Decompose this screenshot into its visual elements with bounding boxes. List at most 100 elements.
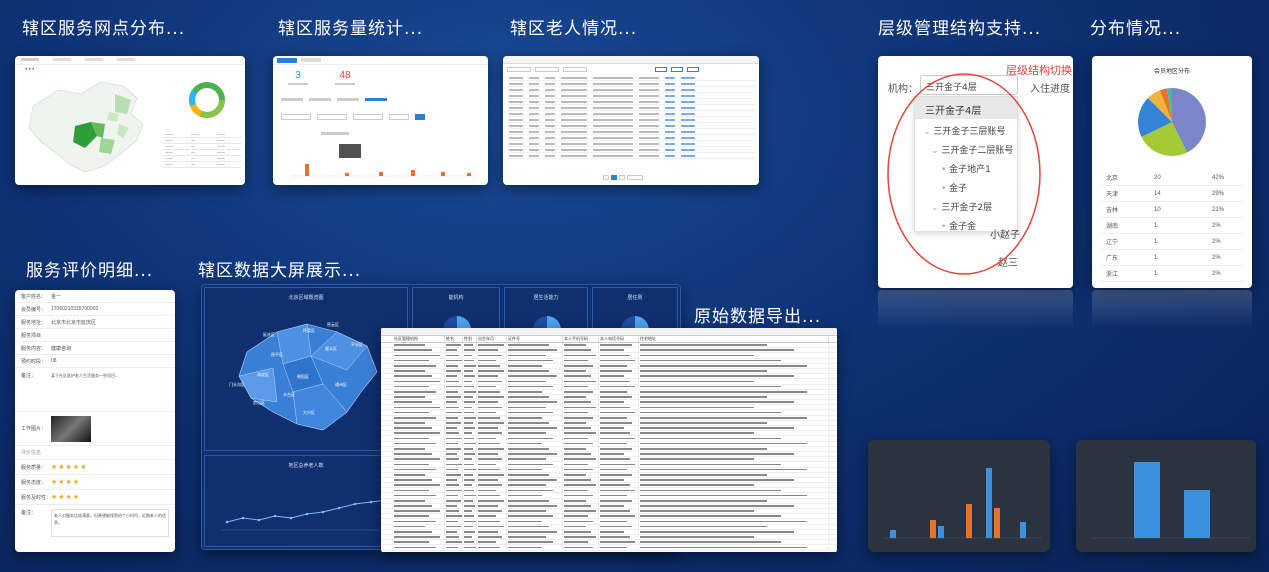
- sheet-cell-text: [394, 401, 432, 403]
- star-rating-icon[interactable]: ★★★★: [51, 478, 80, 486]
- org-select[interactable]: 三开金子4层: [920, 75, 1018, 95]
- district-label[interactable]: 通州区: [335, 382, 347, 388]
- sheet-cell: [393, 529, 445, 534]
- sheet-cell: [507, 540, 563, 545]
- sheet-cell: [477, 534, 507, 540]
- sheet-cell: [477, 374, 507, 379]
- elderly-cell: [545, 112, 555, 115]
- sheet-cell-text: [564, 432, 596, 435]
- sheet-cell-text: [508, 385, 553, 388]
- district-label[interactable]: 海淀区: [257, 372, 269, 378]
- tree-leaf-2[interactable]: • 金子: [915, 175, 1017, 194]
- star-rating-icon[interactable]: ★★★★★: [51, 463, 87, 471]
- tree-leaf-1[interactable]: • 金子地产1: [915, 156, 1017, 175]
- sheet-cell-text: [640, 448, 767, 450]
- district-label[interactable]: 丰台区: [283, 392, 295, 398]
- card-tabs: [15, 56, 245, 65]
- sheet-cell: [639, 389, 829, 394]
- elderly-cell: [681, 118, 695, 121]
- sheet-cell-text: [564, 494, 593, 497]
- district-label[interactable]: 门头沟区: [229, 382, 245, 388]
- service-points-card[interactable]: ● ● ● —— —— —— —— — —— —— — —— —— — —— —— — —— —— — ——: [15, 56, 245, 185]
- eval-field-key: 服务地址：: [21, 319, 47, 326]
- tree-node-l2[interactable]: ⌄ 三开金子二层账号: [915, 137, 1017, 156]
- elderly-cell: [529, 100, 539, 103]
- district-label[interactable]: 密云区: [327, 322, 339, 328]
- elderly-cell: [593, 124, 633, 127]
- hierarchy-card[interactable]: 层级结构切换 机构： 三开金子4层 入住进度 三开金子4层 ⌄ 三开金子三层账号…: [878, 56, 1073, 288]
- district-label[interactable]: 大兴区: [303, 410, 315, 416]
- sheet-cell-text: [564, 396, 586, 398]
- sheet-cell-text: [464, 525, 473, 528]
- district-label[interactable]: 延庆区: [263, 332, 275, 338]
- china-map: [28, 81, 144, 173]
- sheet-cell-text: [640, 406, 754, 409]
- sheet-cell: [393, 384, 445, 389]
- sheet-cell: [507, 545, 563, 550]
- sheet-cell-text: [508, 365, 542, 367]
- tree-dropdown[interactable]: 三开金子4层 ⌄ 三开金子三层账号 ⌄ 三开金子二层账号 • 金子地产1 • 金…: [914, 96, 1018, 232]
- sheet-cell: [393, 358, 445, 363]
- sheet-cell-text: [600, 385, 635, 388]
- elderly-cell: [529, 136, 539, 139]
- elderly-cell: [529, 82, 539, 85]
- evaluation-fields: 客户姓名： 金一 会员编号： 17060210315700002 服务地址： 北京市北京市…: [15, 290, 175, 368]
- sheet-cell: [393, 410, 445, 415]
- sheet-cell: [393, 540, 445, 545]
- district-label[interactable]: 怀柔区: [303, 328, 315, 334]
- sheet-cell-text: [564, 489, 588, 492]
- title-distribution: 分布情况...: [1090, 19, 1182, 39]
- service-volume-card[interactable]: 3 48: [273, 56, 488, 185]
- elderly-cell: [529, 148, 539, 151]
- export-card[interactable]: 社区管理机构 姓名 性别 出生年月 证件号 本人手机号码 本人电话号码 住宅地址: [381, 328, 837, 552]
- evaluation-card[interactable]: 客户姓名： 金一 会员编号： 17060210315700002 服务地址： 北京市北京市…: [15, 290, 175, 552]
- sheet-cell: [599, 462, 639, 467]
- district-label[interactable]: 顺义区: [325, 346, 337, 352]
- elderly-cell: [509, 142, 523, 145]
- sheet-cell-text: [446, 375, 457, 378]
- sheet-cell: [563, 384, 599, 389]
- elderly-cell: [545, 100, 555, 103]
- pagination[interactable]: [603, 175, 643, 180]
- work-photo[interactable]: [51, 415, 91, 442]
- sheet-cell-text: [640, 401, 794, 403]
- sheet-cell-text: [600, 390, 627, 393]
- sheet-cell: [463, 540, 477, 545]
- sheet-cell-text: [464, 396, 473, 398]
- elderly-card[interactable]: [503, 56, 759, 185]
- district-label[interactable]: 房山区: [253, 400, 265, 406]
- sheet-cell-text: [564, 536, 596, 538]
- elderly-row[interactable]: [507, 153, 755, 159]
- tree-node-root[interactable]: 三开金子4层: [915, 97, 1017, 119]
- sheet-cell-text: [600, 499, 632, 502]
- elderly-cell: [593, 136, 633, 139]
- sheet-cell: [477, 493, 507, 498]
- star-rating-icon[interactable]: ★★★★: [51, 493, 80, 501]
- sheet-cell: [563, 514, 599, 519]
- district-label[interactable]: 朝阳区: [297, 374, 309, 380]
- distribution-pct: 42%: [1212, 174, 1225, 181]
- sheet-cell: [639, 477, 829, 483]
- dark-bar-chart-card-2[interactable]: [1076, 440, 1256, 552]
- tree-node-l2b[interactable]: ⌄ 三开金子2层: [915, 194, 1017, 213]
- sheet-cell-text: [600, 510, 630, 512]
- sheet-header-cell: 姓名: [445, 336, 463, 342]
- sheet-cell: [393, 503, 445, 508]
- filters[interactable]: [281, 114, 425, 120]
- sheet-cell-text: [446, 453, 457, 455]
- district-label[interactable]: 昌平区: [271, 352, 283, 358]
- sheet-cell: [563, 451, 599, 457]
- tree-node-l1[interactable]: ⌄ 三开金子三层账号: [915, 119, 1017, 137]
- elderly-cell: [545, 130, 555, 133]
- dark-bar-chart-card[interactable]: [868, 440, 1050, 552]
- sheet-cell-text: [508, 442, 542, 445]
- sheet-cell-text: [600, 401, 624, 403]
- district-label[interactable]: 平谷区: [351, 342, 363, 348]
- sheet-cell-text: [600, 370, 632, 372]
- filters[interactable]: [503, 64, 759, 75]
- sheet-cell: [507, 431, 563, 436]
- sheet-cell: [463, 472, 477, 477]
- distribution-card[interactable]: 会员地区分布 北京 20 42% 天津 14 29% 吉林 10 21% 湖南 1 2% 辽宁 1 2% 广东…: [1092, 56, 1252, 288]
- elderly-cell: [665, 118, 675, 121]
- sheet-cell: [463, 394, 477, 400]
